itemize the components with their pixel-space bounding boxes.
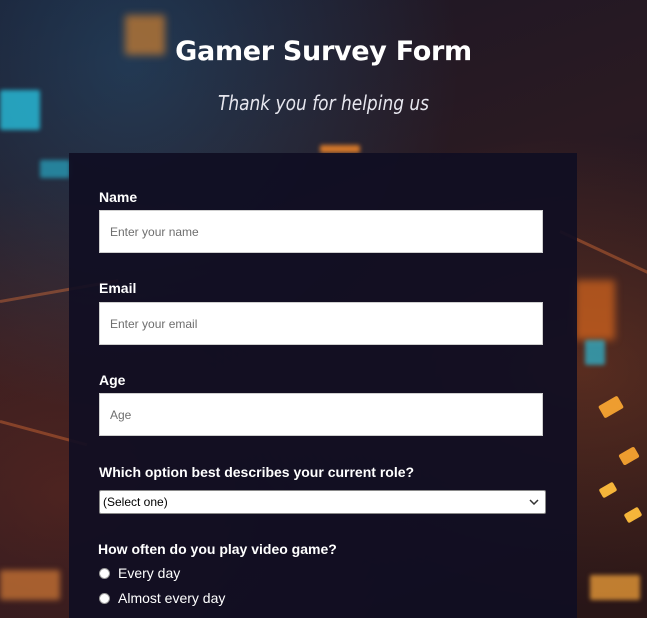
name-input[interactable] xyxy=(99,210,543,253)
page-title: Gamer Survey Form xyxy=(175,36,472,67)
email-input[interactable] xyxy=(99,302,543,345)
email-label: Email xyxy=(99,280,137,296)
radio-option-every-day[interactable]: Every day xyxy=(99,565,180,581)
radio-label: Almost every day xyxy=(118,590,226,606)
radio-label: Every day xyxy=(118,565,181,581)
chevron-down-icon xyxy=(526,494,542,510)
role-select[interactable]: (Select one) xyxy=(99,490,546,514)
page-header: Gamer Survey Form Thank you for helping … xyxy=(0,30,647,116)
name-label: Name xyxy=(99,189,138,205)
radio-option-almost-every-day[interactable]: Almost every day xyxy=(99,590,225,606)
survey-form: Name Email Age Which option best describ… xyxy=(69,153,577,618)
role-select-value: (Select one) xyxy=(103,495,168,509)
radio-button[interactable] xyxy=(99,567,110,579)
role-label: Which option best describes your current… xyxy=(99,464,415,480)
frequency-label: How often do you play video game? xyxy=(98,541,337,557)
radio-button[interactable] xyxy=(99,592,110,604)
age-label: Age xyxy=(99,372,126,388)
page-subtitle: Thank you for helping us xyxy=(217,91,430,115)
age-input[interactable] xyxy=(99,393,543,436)
